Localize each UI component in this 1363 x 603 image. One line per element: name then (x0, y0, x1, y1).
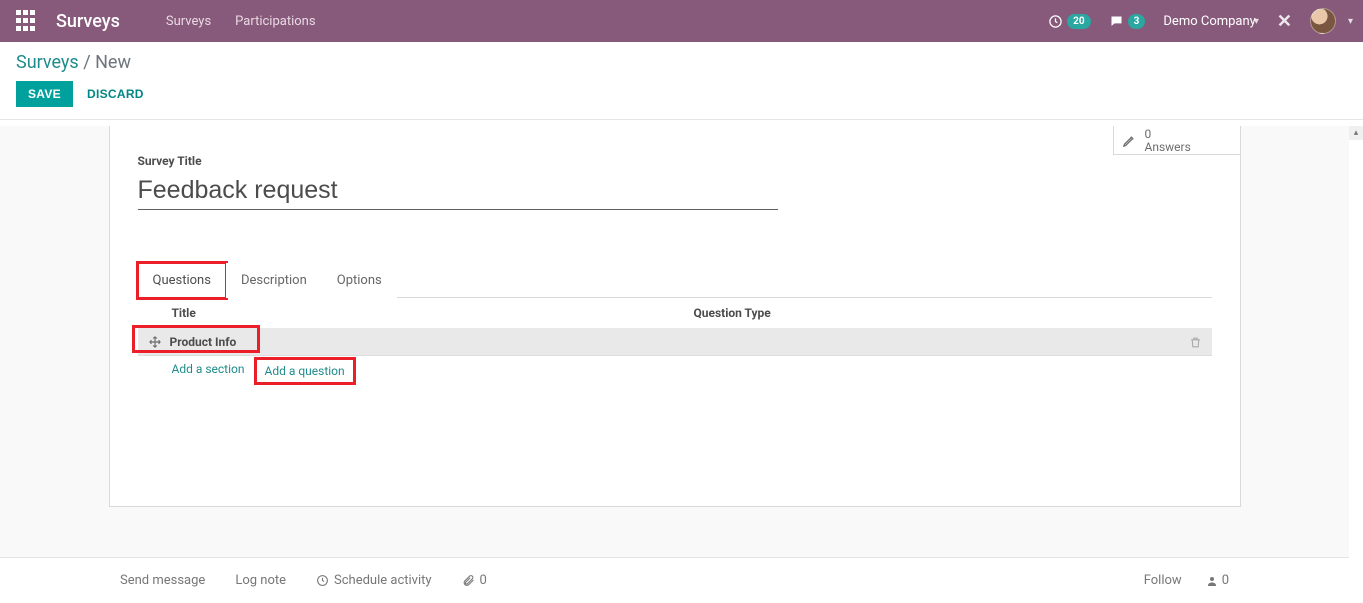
answers-count: 0 (1145, 127, 1191, 141)
survey-title-input[interactable] (138, 174, 778, 210)
move-icon[interactable] (148, 335, 162, 349)
activities-count-badge: 20 (1067, 14, 1090, 29)
questions-table-header: Title Question Type (138, 298, 1212, 329)
apps-icon[interactable] (16, 10, 38, 32)
add-section-link[interactable]: Add a section (172, 362, 245, 380)
user-avatar[interactable] (1310, 8, 1336, 34)
form-scroll-area: 0 Answers Survey Title Questions Descrip… (0, 126, 1349, 603)
followers-indicator[interactable]: 0 (1206, 573, 1229, 588)
messages-indicator[interactable]: 3 (1109, 14, 1146, 29)
tab-description[interactable]: Description (226, 263, 322, 298)
pencil-icon (1122, 133, 1137, 148)
follow-button[interactable]: Follow (1144, 573, 1182, 588)
breadcrumb-current: New (95, 52, 131, 73)
top-navbar: Surveys Surveys Participations 20 3 Demo… (0, 0, 1363, 42)
nav-participations[interactable]: Participations (235, 14, 315, 29)
paperclip-icon (462, 574, 475, 587)
clock-icon (316, 574, 329, 587)
breadcrumb: Surveys / New (16, 52, 1347, 73)
schedule-activity-button[interactable]: Schedule activity (316, 573, 432, 588)
tab-questions[interactable]: Questions (138, 263, 226, 298)
control-panel: Surveys / New SAVE DISCARD (0, 42, 1363, 120)
chevron-down-icon: ▾ (1254, 16, 1259, 27)
close-icon[interactable]: ✕ (1277, 11, 1292, 32)
form-sheet: 0 Answers Survey Title Questions Descrip… (109, 126, 1241, 507)
section-row[interactable]: Product Info (138, 329, 1212, 356)
chatter-bar: Send message Log note Schedule activity … (0, 557, 1349, 603)
breadcrumb-root[interactable]: Surveys (16, 52, 79, 73)
column-title: Title (172, 306, 694, 320)
app-brand: Surveys (56, 11, 120, 32)
breadcrumb-sep: / (83, 52, 95, 73)
activities-indicator[interactable]: 20 (1048, 14, 1090, 29)
notebook: Questions Description Options Title Ques… (138, 262, 1212, 386)
discard-button[interactable]: DISCARD (87, 87, 144, 101)
followers-count: 0 (1222, 573, 1229, 588)
chevron-down-icon: ▾ (1348, 16, 1353, 27)
survey-title-label: Survey Title (138, 154, 1212, 168)
messages-count-badge: 3 (1128, 14, 1146, 29)
log-note-button[interactable]: Log note (235, 573, 286, 588)
nav-surveys[interactable]: Surveys (166, 14, 211, 29)
chat-icon (1109, 14, 1124, 29)
clock-icon (1048, 14, 1063, 29)
trash-icon[interactable] (1189, 336, 1202, 349)
company-name: Demo Company (1163, 14, 1255, 29)
schedule-activity-label: Schedule activity (334, 573, 432, 588)
person-icon (1206, 575, 1218, 587)
send-message-button[interactable]: Send message (120, 573, 205, 588)
scrollbar-up-arrow[interactable]: ▴ (1349, 126, 1363, 140)
attachments-count: 0 (480, 573, 487, 588)
add-question-link[interactable]: Add a question (265, 364, 345, 378)
column-question-type: Question Type (694, 306, 771, 320)
answers-stat-button[interactable]: 0 Answers (1113, 126, 1241, 155)
section-name: Product Info (170, 335, 237, 349)
save-button[interactable]: SAVE (16, 81, 73, 107)
answers-label: Answers (1145, 141, 1191, 153)
company-switcher[interactable]: Demo Company ▾ (1163, 14, 1258, 29)
tab-options[interactable]: Options (322, 263, 397, 298)
add-row: Add a section Add a question (138, 356, 1212, 386)
attachments-button[interactable]: 0 (462, 573, 487, 588)
